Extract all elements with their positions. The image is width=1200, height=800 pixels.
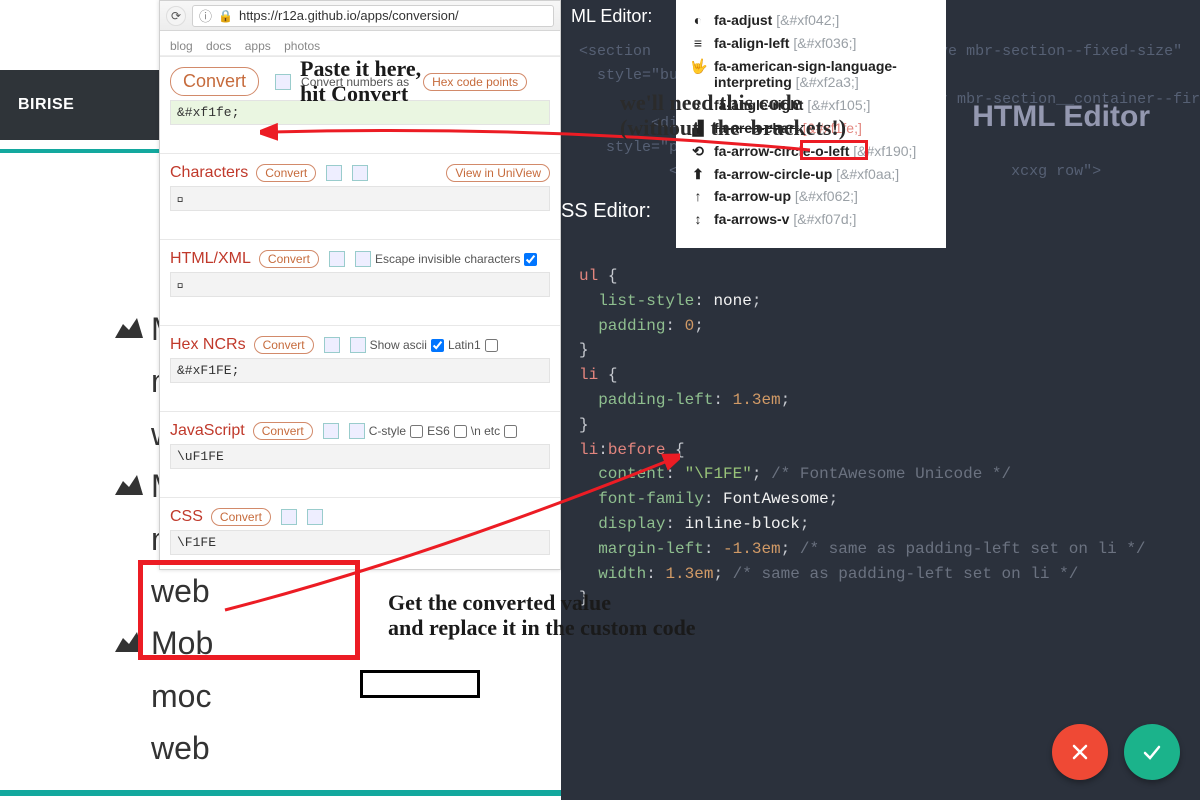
browser-window: ⟳ ⓘ 🔒 https://r12a.github.io/apps/conver… [159, 0, 561, 570]
bg-text: web [151, 729, 211, 767]
css-editor-label: SS Editor: [561, 200, 651, 223]
section-title: Hex NCRs [170, 336, 246, 354]
copy-icon[interactable] [324, 337, 340, 353]
list-item[interactable]: ↕fa-arrows-v [&#xf07d;] [690, 211, 932, 228]
chart-icon [115, 316, 143, 338]
adjust-icon: ◐ [690, 12, 706, 29]
css-editor-code[interactable]: ul { list-style: none; padding: 0; } li … [579, 264, 1146, 611]
html-editor-title: HTML Editor [972, 100, 1150, 134]
bg-text: moc [151, 677, 211, 715]
arrows-v-icon: ↕ [690, 211, 706, 228]
page-header: blog docs apps photos [160, 31, 560, 56]
divider-line-bottom [0, 790, 561, 796]
nav-link[interactable]: apps [245, 39, 271, 53]
hexncr-section: Hex NCRs Convert Show ascii Latin1 &#xF1… [160, 325, 560, 387]
cstyle-checkbox[interactable] [410, 425, 423, 438]
es6-checkbox[interactable] [454, 425, 467, 438]
convert-button[interactable]: Convert [259, 250, 319, 268]
escape-checkbox[interactable] [524, 253, 537, 266]
css-section: CSS Convert \F1FE [160, 497, 560, 559]
angle-right-icon: › [690, 97, 706, 114]
convert-button[interactable]: Convert [211, 508, 271, 526]
select-icon[interactable] [355, 251, 371, 267]
copy-icon[interactable] [329, 251, 345, 267]
copy-icon[interactable] [275, 74, 291, 90]
nav-link[interactable]: blog [170, 39, 193, 53]
convert-button[interactable]: Convert [253, 422, 313, 440]
info-icon: ⓘ [199, 6, 212, 25]
showascii-checkbox[interactable] [431, 339, 444, 352]
hex-option[interactable]: Hex code points [423, 73, 527, 91]
html-editor-label: ML Editor: [561, 6, 652, 27]
option-label: Escape invisible characters [375, 252, 520, 266]
url-field[interactable]: ⓘ 🔒 https://r12a.github.io/apps/conversi… [192, 5, 554, 27]
highlight-box-code [800, 140, 868, 160]
address-bar: ⟳ ⓘ 🔒 https://r12a.github.io/apps/conver… [160, 1, 560, 31]
copy-icon[interactable] [326, 165, 342, 181]
select-icon[interactable] [349, 423, 365, 439]
convert-section: Convert Convert numbers as Hex code poin… [160, 56, 560, 129]
convert-button[interactable]: Convert [256, 164, 316, 182]
arrow-up-icon: ↑ [690, 188, 706, 205]
arrow-circle-left-icon: ⟲ [690, 143, 706, 160]
asl-icon: 🤟 [690, 58, 706, 75]
nav-link[interactable]: docs [206, 39, 231, 53]
list-item[interactable]: ◐fa-adjust [&#xf042;] [690, 12, 932, 29]
highlight-box-css [138, 560, 360, 660]
select-icon[interactable] [307, 509, 323, 525]
list-item[interactable]: ⬆fa-arrow-circle-up [&#xf0aa;] [690, 166, 932, 183]
latin1-checkbox[interactable] [485, 339, 498, 352]
cancel-button[interactable] [1052, 724, 1108, 780]
select-icon[interactable] [352, 165, 368, 181]
javascript-section: JavaScript Convert C-style ES6 \n etc \u… [160, 411, 560, 473]
chart-icon [115, 473, 143, 495]
list-item[interactable]: ▟fa-area-chart [&#xf1fe;] [690, 120, 932, 137]
copy-icon[interactable] [323, 423, 339, 439]
fa-icon-list: ◐fa-adjust [&#xf042;] ≡fa-align-left [&#… [676, 0, 946, 248]
nav-link[interactable]: photos [284, 39, 320, 53]
section-title: JavaScript [170, 422, 245, 440]
input-field[interactable]: &#xf1fe; [170, 100, 550, 125]
output-css[interactable]: \F1FE [170, 530, 550, 555]
convert-button[interactable]: Convert [170, 67, 259, 96]
arrow-circle-up-icon: ⬆ [690, 166, 706, 183]
copy-icon[interactable] [281, 509, 297, 525]
output-hexncr[interactable]: &#xF1FE; [170, 358, 550, 383]
characters-section: Characters Convert View in UniView  [160, 153, 560, 215]
list-item[interactable]: ↑fa-arrow-up [&#xf062;] [690, 188, 932, 205]
option-label: C-style [369, 424, 406, 438]
output-htmlxml[interactable]:  [170, 272, 550, 297]
list-item[interactable]: ›fa-angle-right [&#xf105;] [690, 97, 932, 114]
convert-button[interactable]: Convert [254, 336, 314, 354]
label-text: Convert numbers as [301, 75, 409, 89]
option-label: Latin1 [448, 338, 481, 352]
bg-box [360, 670, 480, 698]
url-text: https://r12a.github.io/apps/conversion/ [239, 8, 459, 23]
output-characters[interactable]:  [170, 186, 550, 211]
area-chart-icon: ▟ [690, 120, 706, 137]
output-js[interactable]: \uF1FE [170, 444, 550, 469]
section-title: CSS [170, 508, 203, 526]
align-left-icon: ≡ [690, 35, 706, 52]
confirm-button[interactable] [1124, 724, 1180, 780]
section-title: HTML/XML [170, 250, 251, 268]
option-label: Show ascii [370, 338, 427, 352]
list-item[interactable]: ≡fa-align-left [&#xf036;] [690, 35, 932, 52]
option-label: \n etc [471, 424, 500, 438]
htmlxml-section: HTML/XML Convert Escape invisible charac… [160, 239, 560, 301]
reload-button[interactable]: ⟳ [166, 6, 186, 26]
nesc-checkbox[interactable] [504, 425, 517, 438]
select-icon[interactable] [350, 337, 366, 353]
lock-icon: 🔒 [218, 9, 233, 23]
option-label: ES6 [427, 424, 450, 438]
list-item[interactable]: 🤟fa-american-sign-language-interpreting … [690, 58, 932, 92]
view-uniview-button[interactable]: View in UniView [446, 164, 550, 182]
section-title: Characters [170, 164, 248, 182]
